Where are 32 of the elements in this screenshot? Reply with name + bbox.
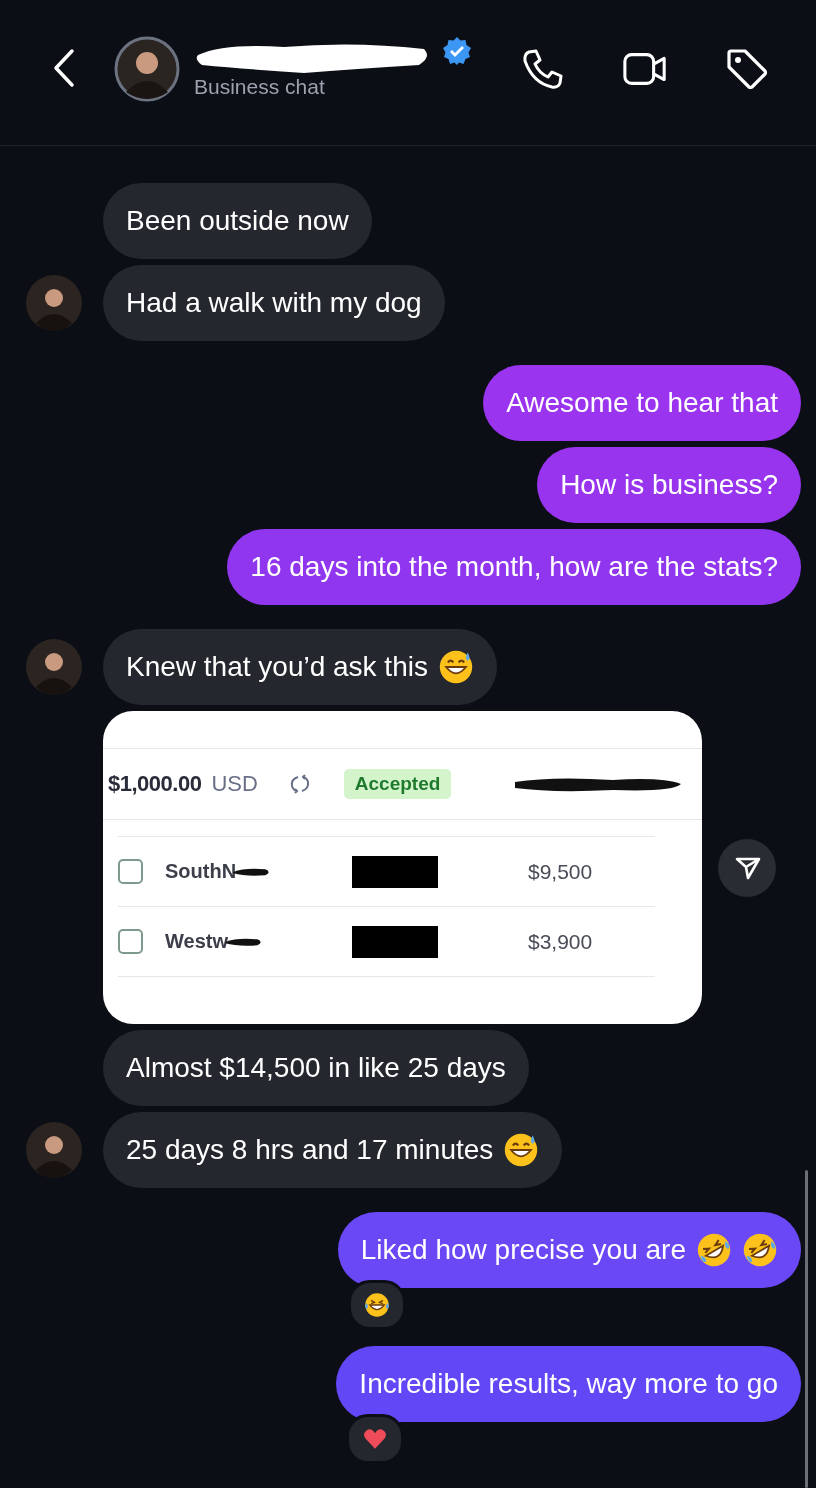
payment-amount: $3,900 <box>528 929 593 954</box>
currency-label: USD <box>211 771 258 797</box>
message-bubble: Incredible results, way more to go <box>336 1346 801 1422</box>
share-icon[interactable] <box>718 838 776 897</box>
avatar[interactable] <box>26 1122 82 1178</box>
avatar[interactable] <box>26 275 82 331</box>
payer-name: SouthN <box>165 860 237 883</box>
message-bubble: Almost $14,500 in like 25 days <box>103 1030 529 1106</box>
avatar[interactable] <box>26 639 82 695</box>
checkbox[interactable] <box>118 929 143 954</box>
avatar[interactable] <box>114 35 180 102</box>
payer-name: Westw <box>165 930 228 953</box>
rolling-laughing-face-icon <box>696 1232 732 1268</box>
tag-icon[interactable] <box>724 46 770 91</box>
message-bubble: How is business? <box>537 447 801 523</box>
message-bubble: 25 days 8 hrs and 17 minutes <box>103 1112 563 1188</box>
message-bubble: Knew that you’d ask this <box>103 629 497 705</box>
payment-amount: $9,500 <box>528 859 593 884</box>
chat-subtitle: Business chat <box>194 74 326 99</box>
message-bubble: Had a walk with my dog <box>103 265 445 341</box>
back-icon[interactable] <box>52 47 76 88</box>
grinning-sweat-face-icon <box>437 649 474 685</box>
laughing-tears-face-icon <box>363 1292 390 1318</box>
message-bubble: Liked how precise you are <box>337 1212 801 1288</box>
message-bubble: Awesome to hear that <box>483 365 801 441</box>
message-bubble: 16 days into the month, how are the stats? <box>227 529 801 605</box>
status-badge: Accepted <box>343 769 452 799</box>
grinning-sweat-face-icon <box>503 1132 540 1168</box>
payment-amount: $1,000.00 <box>108 771 202 797</box>
rolling-laughing-face-icon <box>742 1232 778 1268</box>
checkbox[interactable] <box>118 859 143 884</box>
message-bubble: Been outside now <box>103 183 372 259</box>
